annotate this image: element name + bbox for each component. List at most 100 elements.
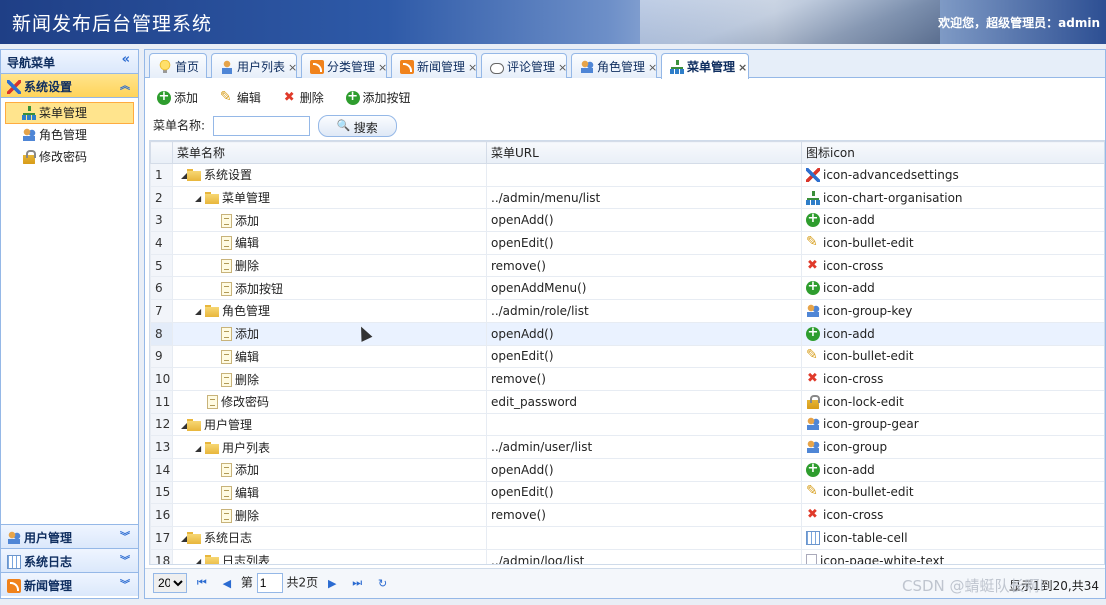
expand-triangle-icon[interactable]: ◢	[195, 307, 205, 316]
chevron-down-icon[interactable]: ︾	[120, 576, 130, 591]
table-row[interactable]: 9 编辑 openEdit() icon-bullet-edit	[150, 344, 1104, 369]
table-row[interactable]: 11 修改密码 edit_password icon-lock-edit	[150, 389, 1104, 414]
column-header-icon[interactable]: 图标icon	[801, 141, 1104, 164]
menu-icon-cell: icon-cross	[801, 367, 1104, 391]
menu-name-search-input[interactable]	[212, 116, 310, 136]
group-key-icon	[22, 128, 36, 142]
table-row[interactable]: 6 添加按钮 openAddMenu() icon-add	[150, 276, 1104, 301]
sidebar-group-news-management[interactable]: 新闻管理 ︾	[1, 572, 138, 596]
menu-icon-cell: icon-page-white-text	[801, 548, 1104, 564]
add-menu-button[interactable]: 添加按钮	[342, 87, 415, 108]
expand-triangle-icon[interactable]: ◢	[195, 194, 205, 203]
menu-name-cell: ◢ 用户管理	[172, 412, 487, 437]
page-icon	[221, 213, 232, 228]
sidebar-item-change-password[interactable]: 修改密码	[5, 146, 134, 168]
expand-triangle-icon[interactable]: ◢	[177, 534, 187, 543]
sidebar-group-user-management[interactable]: 用户管理 ︾	[1, 524, 138, 548]
sidebar-header: 导航菜单 «	[1, 50, 138, 74]
menu-name-text: 删除	[235, 372, 260, 387]
pagination-info: 显示1到20,共34	[1009, 579, 1099, 593]
table-row[interactable]: 12 ◢ 用户管理 icon-group-gear	[150, 412, 1104, 437]
group-gear-icon	[806, 417, 820, 432]
collapse-sidebar-icon[interactable]: «	[122, 52, 130, 67]
chevron-up-icon[interactable]: ︽	[120, 77, 130, 92]
menu-icon-cell: icon-group-key	[801, 299, 1104, 323]
table-row[interactable]: 17 ◢ 系统日志 icon-table-cell	[150, 526, 1104, 550]
tab-label: 评论管理	[507, 60, 556, 74]
table-row[interactable]: 13 ◢ 用户列表 ../admin/user/list icon-group	[150, 435, 1104, 459]
menu-icon-cell: icon-bullet-edit	[801, 231, 1104, 255]
menu-url-cell: ../admin/log/list	[486, 548, 802, 564]
previous-page-icon[interactable]: ◀	[223, 577, 231, 590]
tab-menu-management[interactable]: 菜单管理 ×	[661, 53, 749, 79]
icon-class-text: icon-bullet-edit	[823, 235, 914, 250]
first-page-icon[interactable]: ⏮	[197, 576, 207, 590]
menu-name-cell: ◢ 角色管理	[172, 299, 487, 323]
page-size-select[interactable]: 20	[153, 573, 187, 593]
folder-icon	[205, 554, 219, 564]
expand-triangle-icon[interactable]: ◢	[195, 557, 205, 564]
expand-triangle-icon[interactable]: ◢	[177, 421, 187, 430]
table-row[interactable]: 3 添加 openAdd() icon-add	[150, 208, 1104, 233]
folder-icon	[187, 417, 201, 432]
app-title: 新闻发布后台管理系统	[12, 13, 213, 35]
chevron-down-icon[interactable]: ︾	[120, 552, 130, 567]
sidebar-item-role-management[interactable]: 角色管理	[5, 124, 134, 146]
refresh-icon[interactable]: ↻	[378, 577, 387, 590]
table-row[interactable]: 14 添加 openAdd() icon-add	[150, 457, 1104, 482]
tab-comment-management[interactable]: 评论管理 ×	[481, 53, 567, 78]
expand-triangle-icon[interactable]: ◢	[195, 444, 205, 453]
add-button[interactable]: 添加	[153, 87, 202, 108]
delete-button[interactable]: 删除	[279, 87, 328, 108]
sidebar-item-menu-management[interactable]: 菜单管理	[5, 102, 134, 124]
expand-triangle-icon[interactable]: ◢	[177, 171, 187, 180]
menu-name-text: 用户管理	[204, 417, 253, 432]
add-button-label: 添加	[174, 91, 199, 105]
search-button[interactable]: 搜索	[317, 115, 397, 137]
table-row[interactable]: 1 ◢ 系统设置 icon-advancedsettings	[150, 163, 1104, 187]
sidebar-group-system-log[interactable]: 系统日志 ︾	[1, 548, 138, 572]
tab-news-management[interactable]: 新闻管理 ×	[391, 53, 477, 78]
menu-name-text: 添加按钮	[235, 281, 284, 296]
close-icon[interactable]: ×	[378, 61, 387, 74]
menu-name-text: 添加	[235, 213, 260, 228]
menu-url-cell	[486, 412, 802, 437]
menu-url-cell	[486, 526, 802, 550]
table-row[interactable]: 18 ◢ 日志列表 ../admin/log/list icon-page-whi…	[150, 548, 1104, 564]
close-icon[interactable]: ×	[738, 61, 747, 74]
search-label: 菜单名称:	[153, 118, 206, 133]
close-icon[interactable]: ×	[558, 61, 567, 74]
menu-name-text: 添加	[235, 463, 260, 478]
chevron-down-icon[interactable]: ︾	[120, 528, 130, 543]
table-row[interactable]: 15 编辑 openEdit() icon-bullet-edit	[150, 480, 1104, 505]
tab-home[interactable]: 首页	[149, 53, 207, 78]
next-page-icon[interactable]: ▶	[328, 577, 336, 590]
edit-button-label: 编辑	[236, 91, 261, 105]
row-number: 12	[150, 412, 173, 437]
table-row[interactable]: 10 删除 remove() icon-cross	[150, 367, 1104, 391]
menu-name-text: 添加	[235, 327, 260, 342]
table-row[interactable]: 7 ◢ 角色管理 ../admin/role/list icon-group-ke…	[150, 299, 1104, 323]
group-key-icon	[806, 303, 820, 318]
page-number-input[interactable]	[256, 573, 283, 593]
close-icon[interactable]: ×	[648, 61, 657, 74]
close-icon[interactable]: ×	[288, 61, 297, 74]
close-icon[interactable]: ×	[468, 61, 477, 74]
table-row[interactable]: 8 添加 openAdd() icon-add	[150, 321, 1104, 346]
table-row[interactable]: 2 ◢ 菜单管理 ../admin/menu/list icon-chart-or…	[150, 185, 1104, 210]
column-header-menu-url[interactable]: 菜单URL	[486, 141, 802, 164]
table-row[interactable]: 5 删除 remove() icon-cross	[150, 253, 1104, 278]
rss-icon	[310, 60, 324, 74]
last-page-icon[interactable]: ⏭	[352, 576, 362, 590]
tab-role-management[interactable]: 角色管理 ×	[571, 53, 657, 78]
sidebar-group-system-settings[interactable]: 系统设置 ︽	[1, 74, 138, 98]
tab-label: 用户列表	[237, 60, 286, 74]
menu-icon-cell: icon-add	[801, 276, 1104, 301]
table-row[interactable]: 16 删除 remove() icon-cross	[150, 503, 1104, 527]
tab-category-management[interactable]: 分类管理 ×	[301, 53, 387, 78]
tab-user-list[interactable]: 用户列表 ×	[211, 53, 297, 78]
column-header-menu-name[interactable]: 菜单名称	[172, 141, 487, 164]
edit-button[interactable]: 编辑	[216, 87, 265, 108]
table-row[interactable]: 4 编辑 openEdit() icon-bullet-edit	[150, 231, 1104, 255]
sidebar: 导航菜单 « 系统设置 ︽ 菜单管理 角色管理 修改密码 用户管理 ︾ 系统日志…	[0, 49, 139, 599]
